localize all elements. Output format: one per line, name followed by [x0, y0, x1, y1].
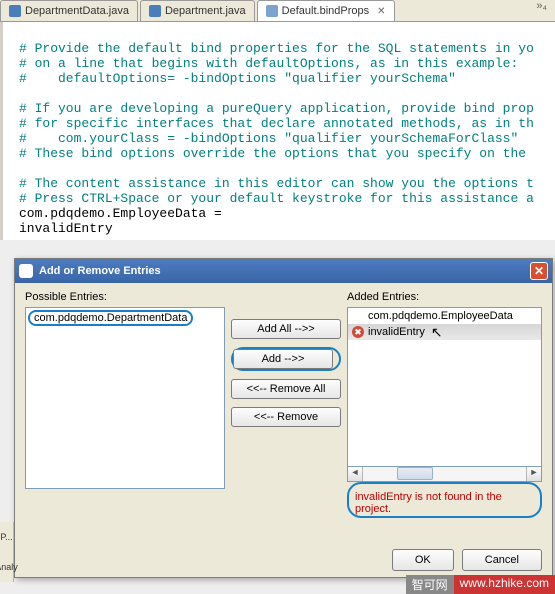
- tab-label: Default.bindProps: [282, 5, 369, 17]
- remove-all-button[interactable]: <<-- Remove All: [231, 379, 341, 399]
- text-editor[interactable]: # Provide the default bind properties fo…: [0, 22, 555, 240]
- editor-line: # defaultOptions= -bindOptions "qualifie…: [19, 71, 456, 86]
- editor-line: invalidEntry: [19, 221, 113, 236]
- tab-departmentdata[interactable]: DepartmentData.java: [0, 0, 138, 21]
- watermark-right: www.hzhike.com: [454, 575, 555, 594]
- tab-default-bindprops[interactable]: Default.bindProps ✕: [257, 0, 395, 21]
- added-entries-label: Added Entries:: [347, 291, 542, 303]
- list-item[interactable]: ✖ invalidEntry ↖: [348, 324, 541, 340]
- editor-line: # Provide the default bind properties fo…: [19, 41, 534, 56]
- dialog-body: Possible Entries: com.pdqdemo.Department…: [15, 283, 552, 520]
- scroll-track[interactable]: [363, 467, 526, 481]
- scroll-thumb[interactable]: [397, 467, 433, 480]
- editor-line: # If you are developing a pureQuery appl…: [19, 101, 534, 116]
- scroll-left-button[interactable]: ◄: [348, 467, 363, 481]
- error-icon: ✖: [352, 326, 364, 338]
- tabs-overflow[interactable]: »₄: [528, 0, 555, 21]
- editor-line: # The content assistance in this editor …: [19, 176, 534, 191]
- editor-line: com.pdqdemo.EmployeeData =: [19, 206, 222, 221]
- tab-label: DepartmentData.java: [25, 5, 129, 17]
- editor-line: # com.yourClass = -bindOptions "qualifie…: [19, 131, 518, 146]
- list-item-label: com.pdqdemo.EmployeeData: [368, 310, 513, 322]
- editor-line: # for specific interfaces that declare a…: [19, 116, 534, 131]
- remove-button[interactable]: <<-- Remove: [231, 407, 341, 427]
- java-icon: [149, 5, 161, 17]
- scroll-right-button[interactable]: ►: [526, 467, 541, 481]
- dialog-title: Add or Remove Entries: [39, 265, 161, 277]
- add-button[interactable]: Add -->>: [233, 349, 333, 369]
- possible-column: Possible Entries: com.pdqdemo.Department…: [25, 291, 225, 518]
- annotation-circle: com.pdqdemo.DepartmentData: [28, 310, 193, 326]
- editor-line: # These bind options override the option…: [19, 146, 534, 161]
- list-item[interactable]: com.pdqdemo.DepartmentData: [30, 310, 191, 326]
- annotation-circle: invalidEntry is not found in the project…: [347, 482, 542, 518]
- panel-label: P...: [0, 532, 12, 542]
- close-icon[interactable]: ✕: [530, 262, 548, 280]
- error-message: invalidEntry is not found in the project…: [349, 490, 540, 516]
- editor-tabs: DepartmentData.java Department.java Defa…: [0, 0, 555, 22]
- tab-label: Department.java: [165, 5, 246, 17]
- java-icon: [9, 5, 21, 17]
- list-item-label: invalidEntry: [368, 326, 425, 338]
- editor-line: # on a line that begins with defaultOpti…: [19, 56, 518, 71]
- possible-entries-label: Possible Entries:: [25, 291, 225, 303]
- cancel-button[interactable]: Cancel: [462, 549, 542, 571]
- annotation-circle: Add -->>: [231, 347, 341, 371]
- close-tab-icon[interactable]: ✕: [377, 6, 385, 17]
- possible-entries-list[interactable]: com.pdqdemo.DepartmentData: [25, 307, 225, 489]
- dialog-icon: [19, 264, 33, 278]
- add-all-button[interactable]: Add All -->>: [231, 319, 341, 339]
- panel-label: Analy: [0, 562, 18, 572]
- left-mini-panel: P... Analy: [0, 522, 14, 582]
- horizontal-scrollbar[interactable]: ◄ ►: [347, 467, 542, 482]
- dialog-titlebar[interactable]: Add or Remove Entries ✕: [15, 259, 552, 283]
- text-file-icon: [266, 5, 278, 17]
- added-entries-list[interactable]: com.pdqdemo.EmployeeData ✖ invalidEntry …: [347, 307, 542, 467]
- dialog-footer: OK Cancel: [392, 549, 542, 571]
- ok-button[interactable]: OK: [392, 549, 454, 571]
- watermark-left: 智可网: [406, 575, 454, 594]
- transfer-buttons: Add All -->> Add -->> <<-- Remove All <<…: [231, 291, 341, 518]
- list-item[interactable]: com.pdqdemo.EmployeeData: [348, 308, 541, 324]
- added-column: Added Entries: com.pdqdemo.EmployeeData …: [347, 291, 542, 518]
- add-remove-entries-dialog: Add or Remove Entries ✕ Possible Entries…: [14, 258, 553, 578]
- editor-line: # Press CTRL+Space or your default keyst…: [19, 191, 534, 206]
- watermark: 智可网 www.hzhike.com: [406, 575, 555, 594]
- tab-department[interactable]: Department.java: [140, 0, 255, 21]
